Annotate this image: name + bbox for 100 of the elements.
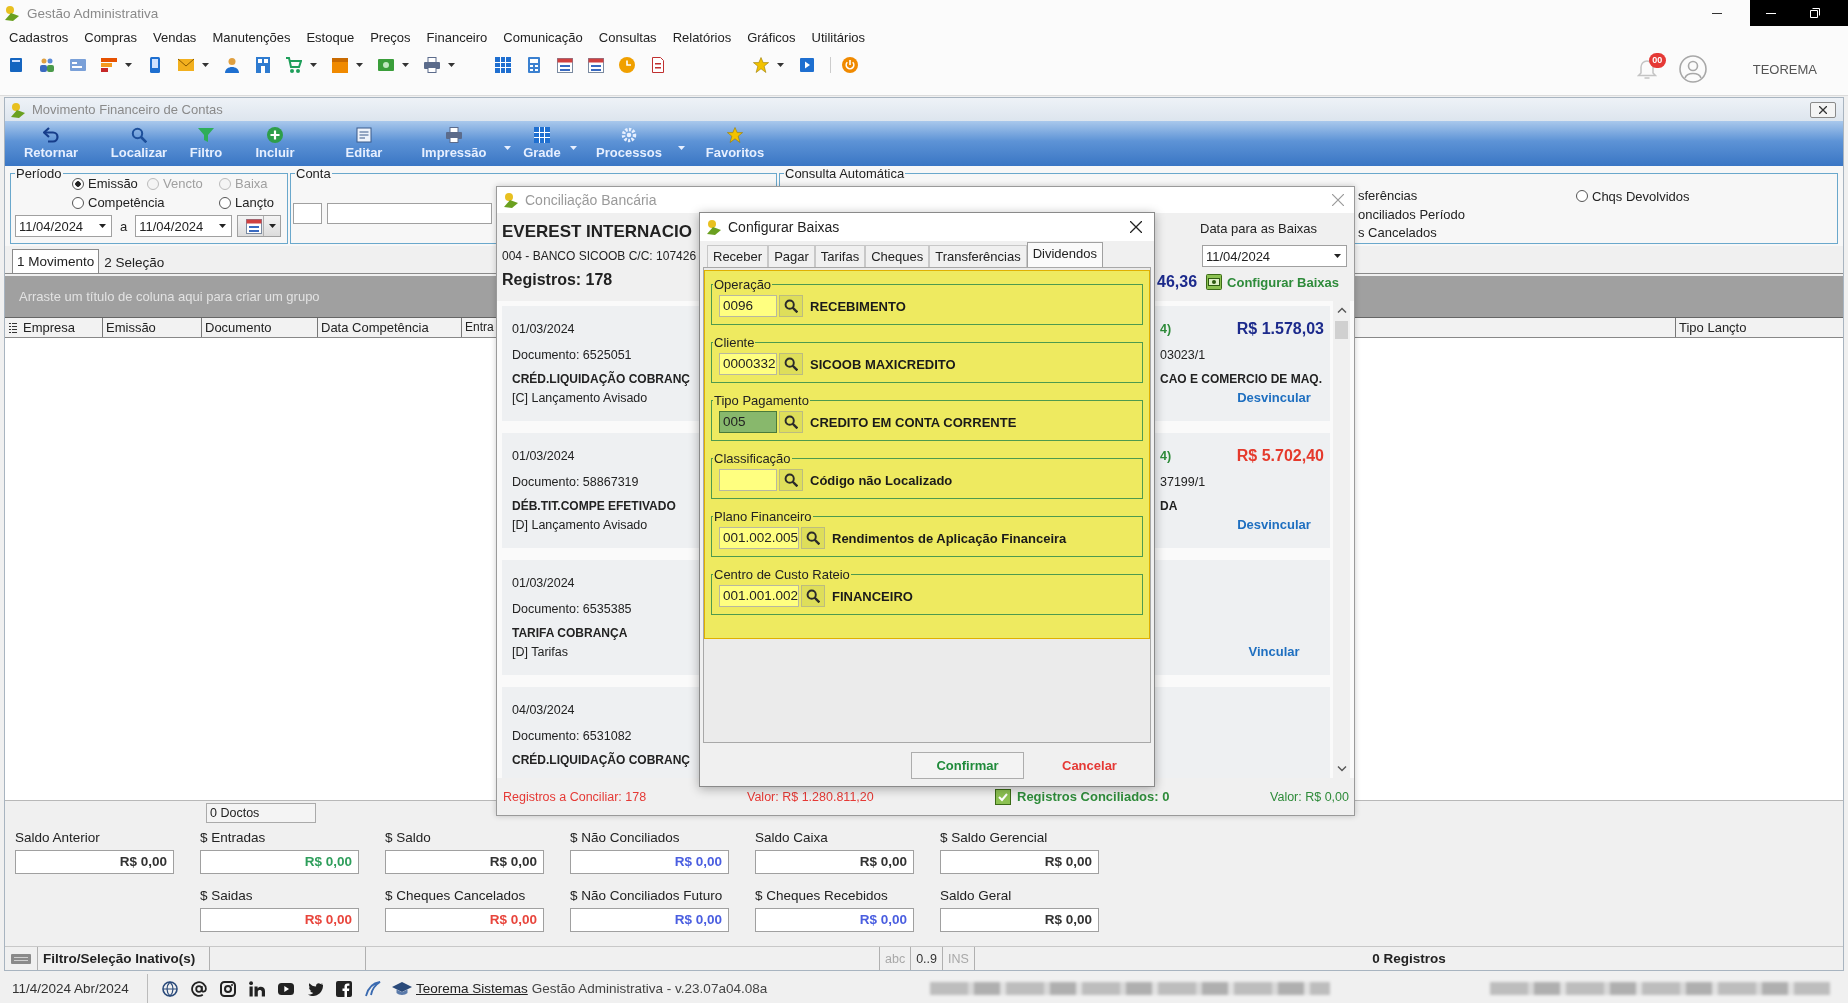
caret-icon[interactable] — [202, 63, 209, 67]
calendar-button[interactable] — [237, 215, 282, 237]
menu-item[interactable]: Compras — [76, 29, 145, 45]
calendar-icon[interactable] — [588, 57, 604, 73]
banknote-icon[interactable] — [378, 57, 394, 73]
graduation-cap-icon[interactable] — [392, 981, 412, 996]
in-logo-icon[interactable] — [249, 980, 265, 997]
search-button[interactable] — [801, 585, 825, 607]
website-link[interactable]: Teorema Sistemas — [416, 981, 528, 996]
menu-item[interactable]: Manutenções — [204, 29, 299, 45]
radio-label[interactable]: Lançto — [235, 195, 275, 210]
option-label[interactable]: onciliados Período — [1358, 205, 1465, 224]
phone-icon[interactable] — [147, 57, 163, 73]
wing-icon[interactable] — [365, 980, 381, 997]
camera-icon[interactable] — [220, 980, 236, 997]
scroll-thumb[interactable] — [1335, 321, 1348, 339]
configure-link[interactable]: Configurar Baixas — [1227, 274, 1340, 290]
menu-item[interactable]: Vendas — [145, 29, 205, 45]
tab[interactable]: Transferências — [929, 245, 1027, 267]
column-header[interactable]: Empresa — [20, 318, 103, 337]
cancel-button[interactable]: Cancelar — [1056, 754, 1123, 777]
code-field[interactable]: 0096 — [719, 295, 777, 317]
radio-label[interactable]: Competência — [88, 195, 165, 210]
bar-chart-icon[interactable] — [101, 57, 117, 73]
option-label[interactable]: s Cancelados — [1358, 224, 1437, 243]
account-code-field[interactable] — [293, 203, 322, 224]
tab[interactable]: Dividendos — [1026, 242, 1103, 267]
caret-icon[interactable] — [356, 63, 363, 67]
menu-item[interactable]: Gráficos — [739, 29, 804, 45]
account-name-field[interactable] — [327, 203, 492, 224]
tab[interactable]: 2 Seleção — [99, 251, 170, 273]
f-logo-icon[interactable] — [336, 980, 352, 997]
menu-item[interactable]: Financeiro — [418, 29, 496, 45]
envelope-icon[interactable] — [178, 57, 194, 73]
caret-icon[interactable] — [99, 224, 106, 228]
caret-icon[interactable] — [448, 63, 455, 67]
code-field[interactable]: 001.001.002 — [719, 585, 799, 607]
people-icon[interactable] — [39, 57, 55, 73]
column-chooser-icon[interactable] — [9, 322, 17, 333]
tab[interactable]: Cheques — [865, 245, 930, 267]
globe-icon[interactable] — [162, 980, 178, 997]
search-button[interactable] — [779, 469, 803, 491]
box-icon[interactable] — [332, 57, 348, 73]
menu-item[interactable]: Preços — [362, 29, 419, 45]
search-button[interactable] — [779, 295, 803, 317]
column-header[interactable]: Documento — [202, 318, 318, 337]
match-link[interactable]: Desvincular — [1224, 516, 1324, 534]
code-field[interactable]: 005 — [719, 411, 777, 433]
caret-icon[interactable] — [310, 63, 317, 67]
calendar-icon[interactable] — [557, 57, 573, 73]
restore-icon[interactable] — [1810, 8, 1820, 18]
caret-icon[interactable] — [125, 63, 132, 67]
column-header[interactable]: Tipo Lançto — [1676, 318, 1843, 337]
radio-button[interactable] — [1576, 190, 1588, 203]
tab[interactable]: Pagar — [768, 245, 815, 267]
bird-icon[interactable] — [307, 980, 323, 997]
document-icon[interactable] — [650, 57, 666, 73]
date-field[interactable]: 11/04/2024 — [135, 215, 233, 237]
option-label[interactable]: sferências — [1358, 187, 1418, 206]
grid-icon[interactable] — [495, 57, 511, 73]
radio-label[interactable]: Chqs Devolvidos — [1592, 188, 1690, 204]
menu-item[interactable]: Estoque — [298, 29, 363, 45]
code-field[interactable]: 001.002.005 — [719, 527, 799, 549]
printer-icon[interactable] — [424, 57, 440, 73]
date-field[interactable]: 11/04/2024 — [1202, 245, 1347, 267]
radio-button[interactable] — [72, 196, 84, 209]
book-icon[interactable] — [8, 57, 24, 73]
caret-icon[interactable] — [219, 224, 227, 228]
scroll-up-icon[interactable] — [1336, 307, 1347, 313]
caret-icon[interactable] — [269, 224, 277, 228]
star-icon[interactable] — [753, 57, 769, 73]
caret-icon[interactable] — [1334, 254, 1341, 258]
tab[interactable]: Receber — [707, 245, 769, 267]
building-icon[interactable] — [255, 57, 271, 73]
caret-icon[interactable] — [402, 63, 409, 67]
minimize-icon[interactable] — [1712, 12, 1722, 14]
play-button-icon[interactable] — [278, 980, 294, 997]
menu-item[interactable]: Consultas — [590, 29, 665, 45]
calculator-icon[interactable] — [526, 57, 542, 73]
person-icon[interactable] — [224, 57, 240, 73]
radio-button[interactable] — [219, 196, 231, 209]
match-link[interactable]: Vincular — [1224, 643, 1324, 661]
column-header[interactable]: Entra — [462, 318, 496, 337]
search-button[interactable] — [801, 527, 825, 549]
scroll-down-icon[interactable] — [1336, 766, 1347, 772]
date-field[interactable]: 11/04/2024 — [15, 215, 112, 237]
id-card-icon[interactable] — [70, 57, 86, 73]
menu-item[interactable]: Utilitários — [803, 29, 874, 45]
at-sign-icon[interactable] — [191, 980, 207, 997]
radio-button[interactable] — [72, 177, 84, 190]
code-field[interactable] — [719, 469, 777, 491]
tab[interactable]: 1 Movimento — [12, 249, 100, 273]
menu-item[interactable]: Comunicação — [495, 29, 591, 45]
caret-icon[interactable] — [777, 63, 784, 67]
play-square-icon[interactable] — [799, 57, 815, 73]
close-button[interactable] — [1810, 101, 1836, 118]
tab[interactable]: Tarifas — [814, 245, 866, 267]
close-icon[interactable] — [1130, 221, 1142, 233]
match-link[interactable]: Desvincular — [1224, 389, 1324, 407]
column-header[interactable]: Data Competência — [318, 318, 462, 337]
